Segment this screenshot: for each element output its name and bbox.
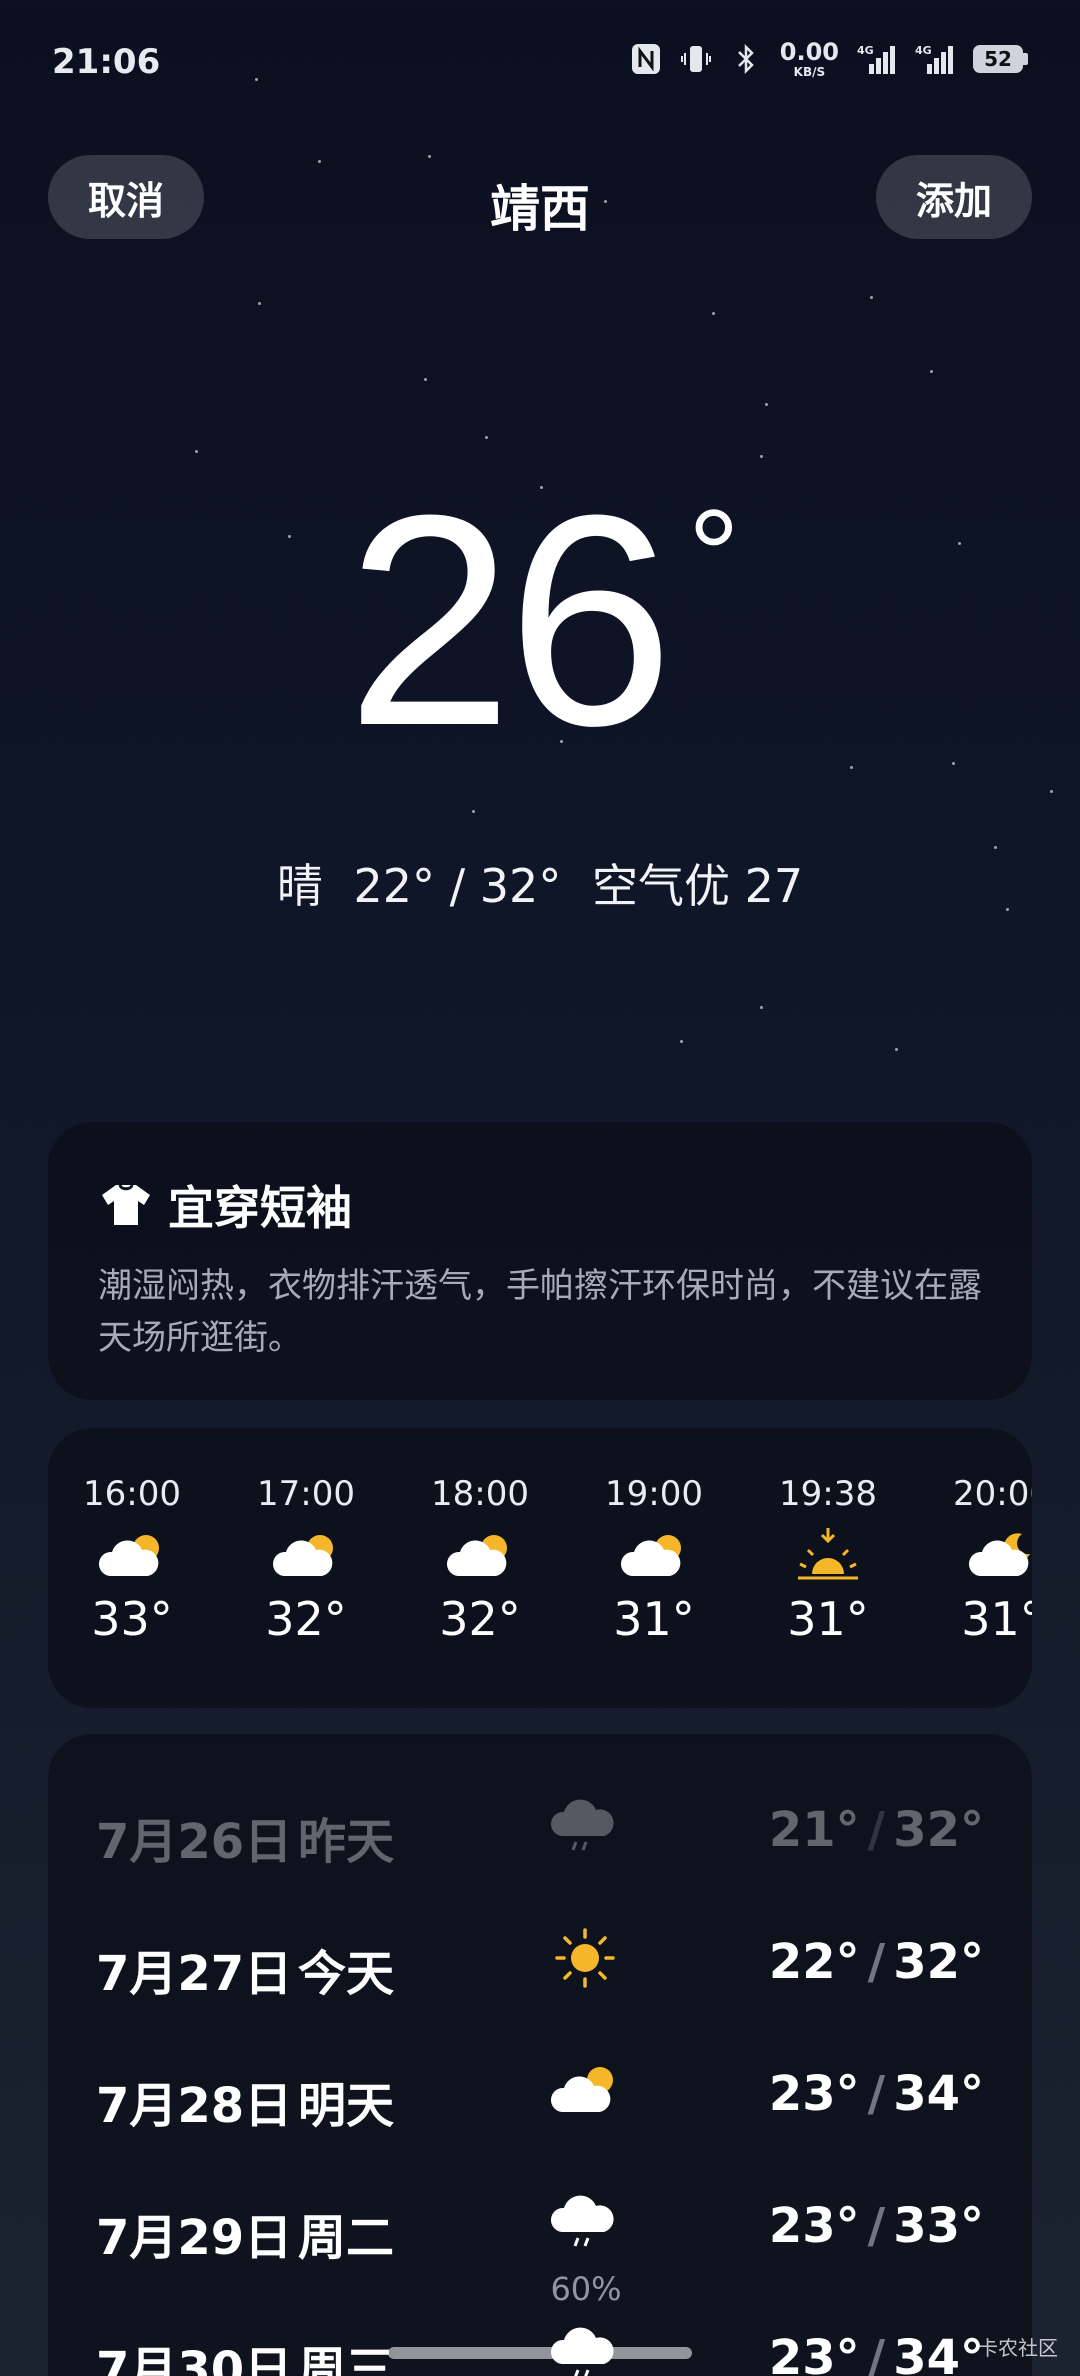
status-bar: 21:06 0.00 KB/S 4G 4G 52 xyxy=(0,0,1080,120)
day-temp-range: 21°/32° xyxy=(768,1802,984,1858)
shirt-icon xyxy=(102,1184,150,1225)
network-speed: 0.00 KB/S xyxy=(779,38,839,79)
day-temp-range: 23°/34° xyxy=(768,2330,984,2376)
clothing-card[interactable]: 宜穿短袖 潮湿闷热，衣物排汗透气，手帕擦汗环保时尚，不建议在露天场所逛街。 xyxy=(48,1122,1032,1400)
current-condition: 晴 xyxy=(276,859,323,913)
sunset-icon xyxy=(798,1528,858,1580)
home-indicator[interactable] xyxy=(388,2347,692,2359)
hourly-forecast[interactable]: 16:00 33° 17:00 32° 18:00 32° 19:00 31° … xyxy=(48,1428,1032,1708)
day-date: 7月27日 xyxy=(96,1946,293,2002)
hour-temp: 31° xyxy=(961,1592,1032,1646)
hour-temp: 31° xyxy=(613,1592,695,1646)
day-temp-range: 23°/33° xyxy=(768,2198,984,2254)
partly-cloudy-day-icon xyxy=(98,1535,159,1576)
status-icons: 0.00 KB/S 4G 4G 52 xyxy=(630,40,1028,78)
day-row[interactable]: 7月28日 明天 23°/34° xyxy=(48,2048,1032,2138)
day-row[interactable]: 7月29日 周二 60% 23°/33° xyxy=(48,2180,1032,2308)
day-name: 今天 xyxy=(298,1946,395,2002)
daily-forecast[interactable]: 7月26日 昨天 21°/32° 7月27日 今天 22°/32° 7月28日 … xyxy=(48,1734,1032,2376)
hour-item: 19:38 31° xyxy=(748,1474,908,1646)
status-time: 21:06 xyxy=(52,42,161,82)
hour-temp: 32° xyxy=(439,1592,521,1646)
hour-item: 17:00 32° xyxy=(226,1474,386,1646)
weather-summary: 晴 22° / 32° 空气优 27 xyxy=(0,850,1080,916)
day-name: 昨天 xyxy=(298,1814,395,1870)
precipitation-probability: 60% xyxy=(550,2270,622,2308)
clothing-description: 潮湿闷热，衣物排汗透气，手帕擦汗环保时尚，不建议在露天场所逛街。 xyxy=(98,1266,982,1358)
partly-cloudy-day-icon xyxy=(272,1535,333,1576)
day-row[interactable]: 7月30日 周三 23°/34° xyxy=(48,2312,1032,2376)
hour-temp: 33° xyxy=(91,1592,173,1646)
degree-symbol: ° xyxy=(687,482,740,628)
rain-icon xyxy=(550,2195,614,2247)
day-name: 周三 xyxy=(298,2342,395,2376)
add-button[interactable]: 添加 xyxy=(876,155,1032,239)
svg-text:4G: 4G xyxy=(915,44,932,57)
day-date: 7月26日 xyxy=(96,1814,293,1870)
day-date: 7月30日 xyxy=(96,2342,293,2376)
day-row[interactable]: 7月26日 昨天 21°/32° xyxy=(48,1784,1032,1874)
svg-text:4G: 4G xyxy=(857,44,874,57)
header: 取消 靖西 添加 xyxy=(0,155,1080,241)
nfc-icon xyxy=(630,42,662,76)
current-temperature-value: 26 xyxy=(346,452,674,788)
hour-time: 19:00 xyxy=(605,1474,703,1514)
day-row[interactable]: 7月27日 今天 22°/32° xyxy=(48,1916,1032,2006)
hour-item: 19:00 31° xyxy=(574,1474,734,1646)
clothing-title: 宜穿短袖 xyxy=(168,1181,352,1235)
hour-time: 18:00 xyxy=(431,1474,529,1514)
today-low-high: 22° / 32° xyxy=(353,859,562,913)
battery-icon: 52 xyxy=(973,45,1028,73)
signal-4g-icon: 4G xyxy=(857,42,897,76)
air-quality[interactable]: 空气优 27 xyxy=(592,859,803,913)
hour-time: 20:00 xyxy=(953,1474,1032,1514)
day-name: 周二 xyxy=(298,2210,395,2266)
partly-cloudy-day-icon xyxy=(550,2067,613,2112)
vibrate-icon xyxy=(680,42,712,76)
day-name: 明天 xyxy=(298,2078,395,2134)
partly-cloudy-night-icon xyxy=(968,1533,1030,1576)
day-date: 7月28日 xyxy=(96,2078,293,2134)
bluetooth-icon xyxy=(730,42,762,76)
signal-4g-icon-2: 4G xyxy=(915,42,955,76)
hour-item: 16:00 33° xyxy=(52,1474,212,1646)
partly-cloudy-day-icon xyxy=(620,1535,681,1576)
hour-time: 19:38 xyxy=(779,1474,877,1514)
hour-item: 20:00 31° xyxy=(922,1474,1032,1646)
sun-icon xyxy=(555,1928,615,1988)
hour-temp: 31° xyxy=(787,1592,869,1646)
clothing-header: 宜穿短袖 xyxy=(98,1172,352,1238)
day-date: 7月29日 xyxy=(96,2210,293,2266)
watermark: 卡农社区 xyxy=(978,2336,1058,2360)
current-temperature: 26 ° xyxy=(0,470,1080,770)
hour-temp: 32° xyxy=(265,1592,347,1646)
hour-time: 16:00 xyxy=(83,1474,181,1514)
rain-icon xyxy=(550,1799,614,1851)
hour-time: 17:00 xyxy=(257,1474,355,1514)
day-temp-range: 22°/32° xyxy=(768,1934,984,1990)
hour-item: 18:00 32° xyxy=(400,1474,560,1646)
partly-cloudy-day-icon xyxy=(446,1535,507,1576)
day-temp-range: 23°/34° xyxy=(768,2066,984,2122)
